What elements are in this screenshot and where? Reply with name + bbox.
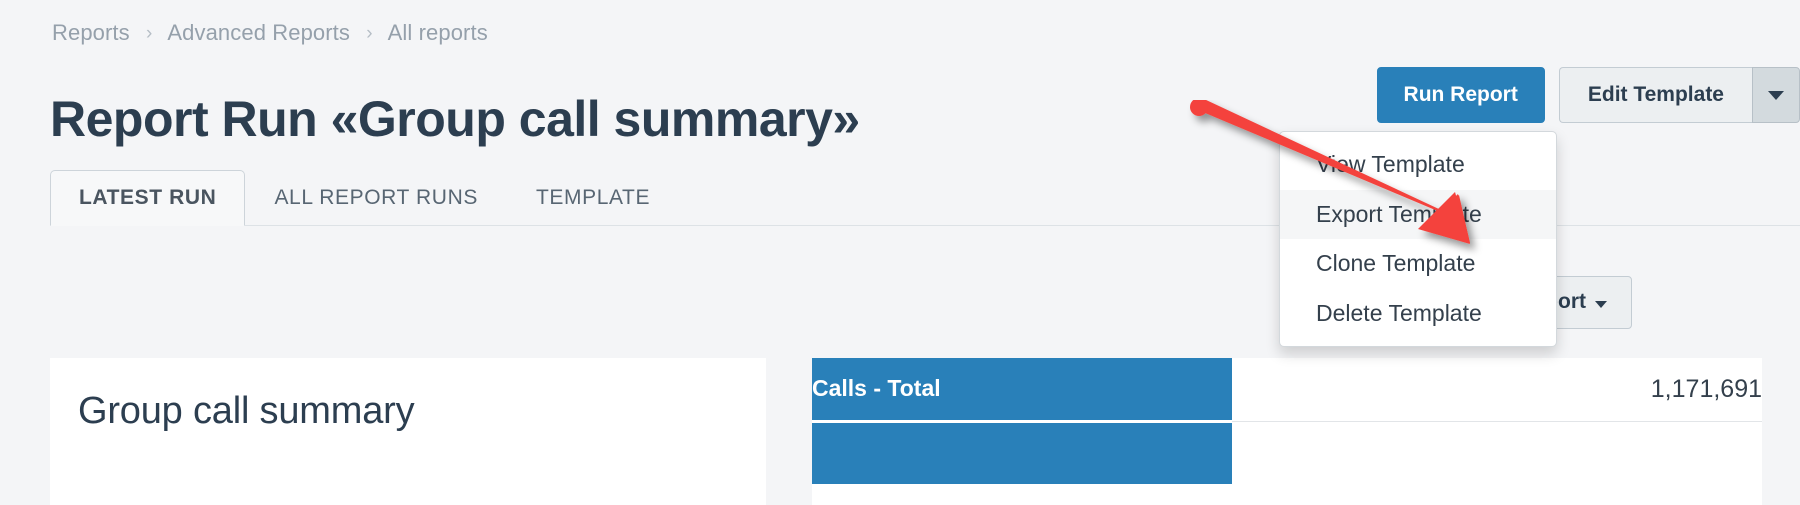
kpi-value-secondary [1232, 421, 1762, 484]
menu-item-clone-template[interactable]: Clone Template [1280, 239, 1556, 289]
edit-template-button-group: Edit Template [1558, 67, 1800, 123]
edit-template-button[interactable]: Edit Template [1558, 67, 1752, 123]
breadcrumb-item-all-reports[interactable]: All reports [388, 20, 488, 45]
tab-all-report-runs[interactable]: ALL REPORT RUNS [245, 170, 507, 225]
report-kpi-panel: Calls - Total 1,171,691 [812, 358, 1762, 505]
tab-template[interactable]: TEMPLATE [507, 170, 679, 225]
breadcrumb: Reports › Advanced Reports › All reports [52, 20, 488, 46]
table-row: Calls - Total 1,171,691 [812, 358, 1762, 423]
run-report-button[interactable]: Run Report [1376, 67, 1545, 123]
menu-item-view-template[interactable]: View Template [1280, 140, 1556, 190]
report-panel-title: Group call summary [78, 390, 415, 432]
edit-template-dropdown-menu: View Template Export Template Clone Temp… [1279, 131, 1557, 348]
kpi-value-calls-total: 1,171,691 [1232, 358, 1762, 422]
header-actions: Run Report Edit Template [1376, 67, 1800, 123]
edit-template-dropdown-toggle[interactable] [1752, 67, 1800, 123]
kpi-label-secondary [812, 421, 1232, 484]
kpi-label-calls-total: Calls - Total [812, 358, 1232, 423]
caret-down-icon [1595, 300, 1607, 308]
menu-item-export-template[interactable]: Export Template [1280, 189, 1556, 240]
tab-latest-run[interactable]: LATEST RUN [50, 170, 246, 226]
chevron-down-icon [1768, 90, 1784, 100]
page-title: Report Run «Group call summary» [50, 90, 860, 147]
report-preview-panel: Group call summary [50, 358, 766, 505]
breadcrumb-separator-icon: › [145, 23, 153, 44]
breadcrumb-item-reports[interactable]: Reports [52, 20, 130, 45]
breadcrumb-separator-icon: › [366, 23, 373, 44]
kpi-table: Calls - Total 1,171,691 [812, 358, 1762, 484]
menu-item-delete-template[interactable]: Delete Template [1280, 289, 1556, 339]
table-row [812, 421, 1762, 484]
breadcrumb-item-advanced-reports[interactable]: Advanced Reports [167, 20, 350, 45]
